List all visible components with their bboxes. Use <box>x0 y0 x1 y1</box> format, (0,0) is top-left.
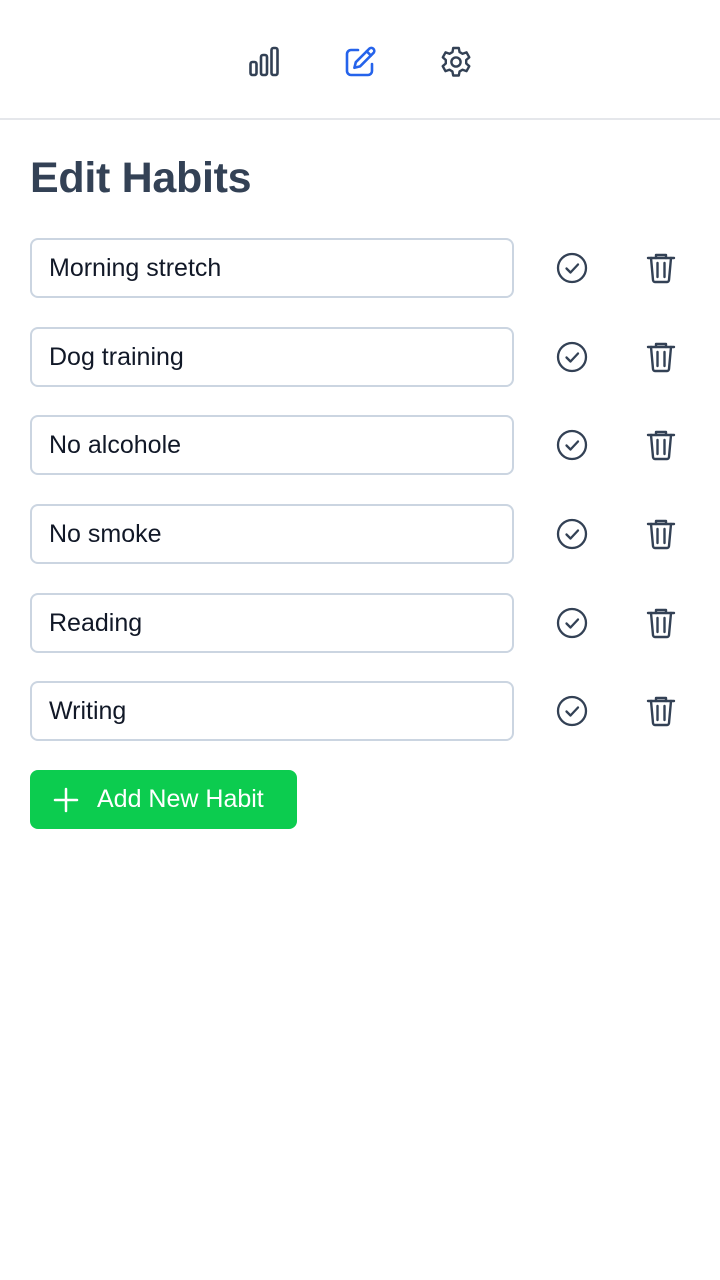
delete-habit-button[interactable] <box>641 248 681 288</box>
add-new-habit-label: Add New Habit <box>97 785 264 813</box>
trash-icon <box>646 696 676 727</box>
delete-habit-button[interactable] <box>641 603 681 643</box>
save-habit-button[interactable] <box>552 603 592 643</box>
habit-row <box>30 681 690 741</box>
check-circle-icon <box>556 607 588 639</box>
bar-chart-icon <box>249 46 279 77</box>
stats-nav-button[interactable] <box>246 44 282 80</box>
add-new-habit-button[interactable]: Add New Habit <box>30 770 297 829</box>
edit-icon <box>345 46 376 77</box>
trash-icon <box>646 342 676 373</box>
habit-row <box>30 327 690 387</box>
check-circle-icon <box>556 252 588 284</box>
delete-habit-button[interactable] <box>641 691 681 731</box>
delete-habit-button[interactable] <box>641 514 681 554</box>
trash-icon <box>646 519 676 550</box>
delete-habit-button[interactable] <box>641 425 681 465</box>
save-habit-button[interactable] <box>552 425 592 465</box>
habit-row <box>30 415 690 475</box>
gear-icon <box>441 46 471 77</box>
check-circle-icon <box>556 695 588 727</box>
habit-name-input[interactable] <box>30 681 514 741</box>
plus-icon <box>53 787 79 812</box>
check-circle-icon <box>556 341 588 373</box>
habit-name-input[interactable] <box>30 327 514 387</box>
habit-name-input[interactable] <box>30 504 514 564</box>
save-habit-button[interactable] <box>552 691 592 731</box>
save-habit-button[interactable] <box>552 514 592 554</box>
habit-row <box>30 504 690 564</box>
trash-icon <box>646 430 676 461</box>
trash-icon <box>646 608 676 639</box>
habit-name-input[interactable] <box>30 415 514 475</box>
habit-row <box>30 593 690 653</box>
habit-name-input[interactable] <box>30 238 514 298</box>
check-circle-icon <box>556 429 588 461</box>
save-habit-button[interactable] <box>552 248 592 288</box>
habit-row <box>30 238 690 298</box>
check-circle-icon <box>556 518 588 550</box>
habit-name-input[interactable] <box>30 593 514 653</box>
top-navigation <box>0 0 720 120</box>
page-title: Edit Habits <box>30 154 252 202</box>
settings-nav-button[interactable] <box>438 44 474 80</box>
edit-nav-button[interactable] <box>342 44 378 80</box>
trash-icon <box>646 253 676 284</box>
save-habit-button[interactable] <box>552 337 592 377</box>
delete-habit-button[interactable] <box>641 337 681 377</box>
